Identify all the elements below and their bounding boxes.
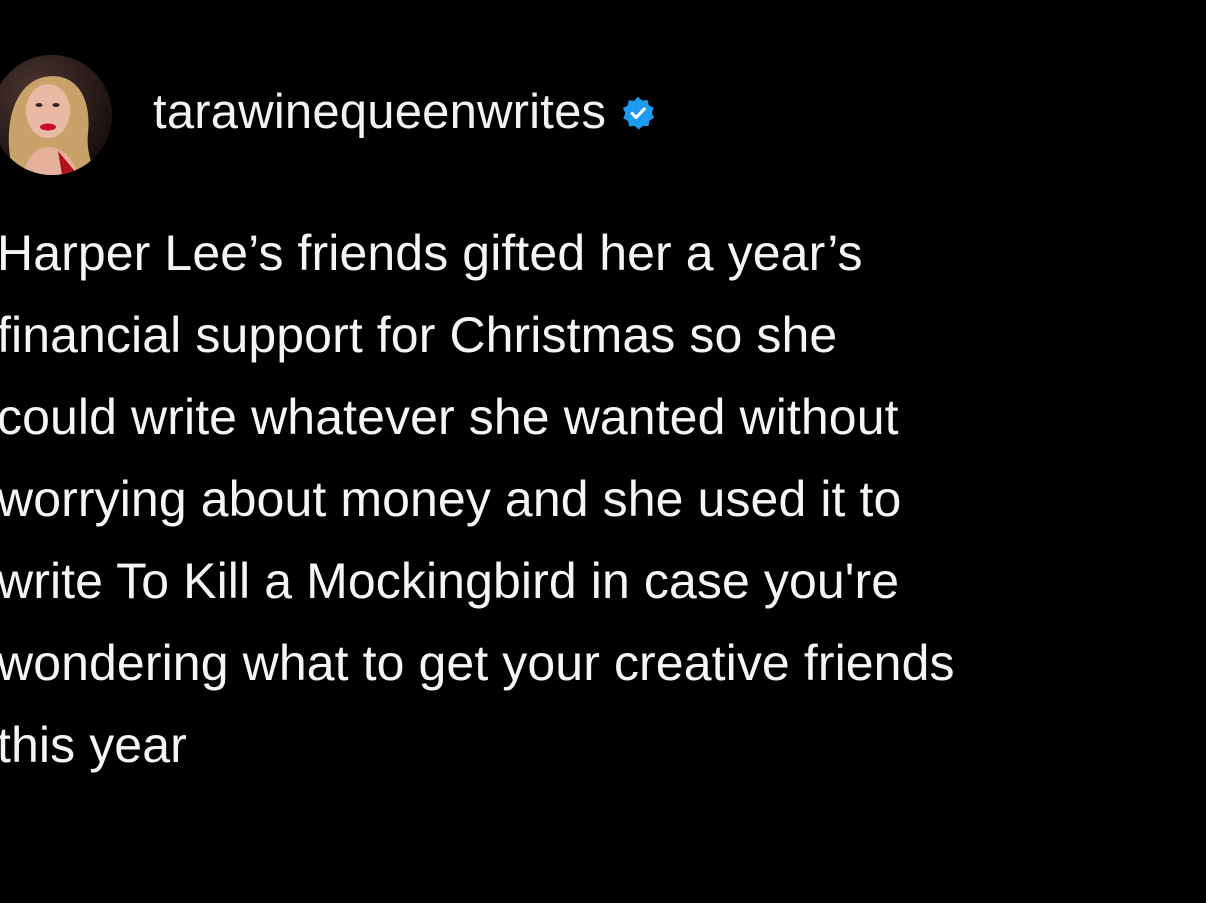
- post-container: tarawinequeenwrites Harper Lee’s friends…: [0, 0, 1206, 903]
- caption-line: write To Kill a Mockingbird in case you'…: [0, 553, 900, 609]
- username-link[interactable]: tarawinequeenwrites: [153, 88, 606, 137]
- caption-line: wondering what to get your creative frie…: [0, 635, 955, 691]
- caption-line: Harper Lee’s friends gifted her a year’s: [0, 225, 863, 281]
- caption-line: financial support for Christmas so she: [0, 307, 838, 363]
- avatar-image: [0, 55, 112, 175]
- post-caption: Harper Lee’s friends gifted her a year’s…: [0, 212, 1206, 786]
- avatar[interactable]: [0, 55, 112, 175]
- caption-line: this year: [0, 717, 187, 773]
- caption-line: worrying about money and she used it to: [0, 471, 902, 527]
- username-row: tarawinequeenwrites: [153, 88, 656, 137]
- verified-badge-icon: [620, 95, 656, 131]
- caption-line: could write whatever she wanted without: [0, 389, 899, 445]
